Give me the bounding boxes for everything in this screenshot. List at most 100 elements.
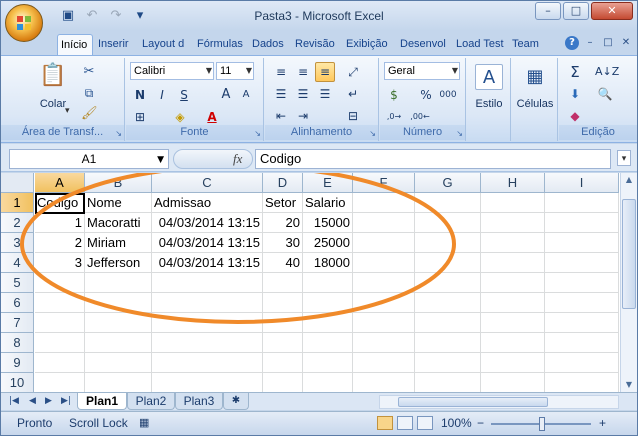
cell-g4[interactable] — [415, 253, 481, 273]
paste-icon[interactable]: 📋 — [39, 62, 67, 90]
align-middle-icon[interactable]: ≡ — [293, 62, 313, 82]
column-header-d[interactable]: D — [263, 173, 303, 193]
tab-revisao[interactable]: Revisão — [292, 34, 340, 55]
tab-dados[interactable]: Dados — [249, 34, 289, 55]
restore-button[interactable]: □ — [563, 2, 589, 20]
tab-inicio[interactable]: Início — [57, 34, 93, 55]
next-sheet-icon[interactable]: ▶ — [45, 396, 52, 406]
cell-d2[interactable]: 20 — [263, 213, 303, 233]
cell-b2[interactable]: Macoratti — [85, 213, 152, 233]
office-button[interactable] — [5, 4, 43, 42]
column-header-b[interactable]: B — [85, 173, 152, 193]
cell-a4[interactable]: 3 — [35, 253, 85, 273]
page-break-view-icon[interactable] — [417, 416, 433, 430]
cell-f8[interactable] — [353, 333, 415, 353]
borders-icon[interactable]: ⊞ — [130, 107, 150, 127]
cell-h5[interactable] — [481, 273, 545, 293]
cell-f5[interactable] — [353, 273, 415, 293]
cell-d6[interactable] — [263, 293, 303, 313]
row-header-8[interactable]: 8 — [1, 333, 34, 353]
prev-sheet-icon[interactable]: ◀ — [29, 396, 36, 406]
cell-g6[interactable] — [415, 293, 481, 313]
vertical-scrollbar[interactable]: ▲ ▼ — [620, 173, 637, 392]
sort-filter-icon[interactable]: A↓Z — [595, 62, 619, 82]
column-header-f[interactable]: F — [353, 173, 415, 193]
cell-d9[interactable] — [263, 353, 303, 373]
align-bottom-icon[interactable]: ≡ — [315, 62, 335, 82]
cell-f9[interactable] — [353, 353, 415, 373]
sheet-tab-plan2[interactable]: Plan2 — [127, 393, 175, 410]
align-right-icon[interactable]: ☰ — [315, 84, 335, 104]
merge-center-icon[interactable]: ⊟ — [343, 106, 363, 126]
align-left-icon[interactable]: ☰ — [271, 84, 291, 104]
cell-d1[interactable]: Setor — [263, 193, 303, 213]
cell-g8[interactable] — [415, 333, 481, 353]
cell-f2[interactable] — [353, 213, 415, 233]
row-header-5[interactable]: 5 — [1, 273, 34, 293]
cell-e8[interactable] — [303, 333, 353, 353]
cell-c1[interactable]: Admissao — [152, 193, 263, 213]
zoom-out-button[interactable]: − — [477, 416, 484, 430]
cell-h3[interactable] — [481, 233, 545, 253]
cell-h8[interactable] — [481, 333, 545, 353]
cell-c8[interactable] — [152, 333, 263, 353]
cell-a5[interactable] — [35, 273, 85, 293]
sheet-tab-plan1[interactable]: Plan1 — [77, 393, 127, 410]
clipboard-launcher-icon[interactable]: ↘ — [115, 129, 122, 138]
cell-f7[interactable] — [353, 313, 415, 333]
cell-e3[interactable]: 25000 — [303, 233, 353, 253]
cell-e9[interactable] — [303, 353, 353, 373]
cell-i10[interactable] — [545, 373, 619, 392]
column-header-c[interactable]: C — [152, 173, 263, 193]
column-header-g[interactable]: G — [415, 173, 481, 193]
increase-indent-icon[interactable]: ⇥ — [293, 106, 313, 126]
cell-e6[interactable] — [303, 293, 353, 313]
tab-load-test[interactable]: Load Test — [453, 34, 507, 55]
column-header-a[interactable]: A — [35, 173, 85, 193]
orientation-icon[interactable]: ⤢ — [343, 62, 363, 82]
tab-desenvolvedor[interactable]: Desenvol — [397, 34, 451, 55]
tab-inserir[interactable]: Inserir — [95, 34, 137, 55]
row-header-4[interactable]: 4 — [1, 253, 34, 273]
styles-button[interactable]: Estilo — [467, 98, 511, 110]
row-header-2[interactable]: 2 — [1, 213, 34, 233]
cell-b3[interactable]: Miriam — [85, 233, 152, 253]
cell-g5[interactable] — [415, 273, 481, 293]
percent-button[interactable]: % — [416, 85, 436, 105]
help-icon[interactable]: ? — [565, 36, 579, 50]
align-top-icon[interactable]: ≡ — [271, 62, 291, 82]
close-workbook-icon[interactable]: ✕ — [619, 36, 633, 50]
formula-input[interactable]: Codigo — [255, 149, 611, 169]
minimize-ribbon-icon[interactable]: – — [583, 36, 597, 50]
scroll-up-icon[interactable]: ▲ — [621, 173, 637, 187]
format-painter-icon[interactable]: 🖌 — [81, 106, 98, 121]
find-select-icon[interactable]: 🔍 — [595, 84, 615, 104]
cells-icon[interactable]: ▦ — [521, 64, 549, 90]
cell-e2[interactable]: 15000 — [303, 213, 353, 233]
cell-a7[interactable] — [35, 313, 85, 333]
select-all-corner[interactable] — [1, 173, 34, 193]
cell-f1[interactable] — [353, 193, 415, 213]
cell-h7[interactable] — [481, 313, 545, 333]
decrease-indent-icon[interactable]: ⇤ — [271, 106, 291, 126]
insert-function-button[interactable]: fx — [233, 151, 242, 167]
cell-i8[interactable] — [545, 333, 619, 353]
cell-c9[interactable] — [152, 353, 263, 373]
cell-g1[interactable] — [415, 193, 481, 213]
cell-i5[interactable] — [545, 273, 619, 293]
cell-e1[interactable]: Salario — [303, 193, 353, 213]
tab-team[interactable]: Team — [509, 34, 545, 55]
decrease-decimal-icon[interactable]: ,00← — [410, 107, 430, 127]
alignment-launcher-icon[interactable]: ↘ — [369, 129, 376, 138]
cell-b4[interactable]: Jefferson — [85, 253, 152, 273]
row-header-3[interactable]: 3 — [1, 233, 34, 253]
cell-e4[interactable]: 18000 — [303, 253, 353, 273]
tab-exibicao[interactable]: Exibição — [343, 34, 395, 55]
name-box[interactable]: A1 ▼ — [9, 149, 169, 169]
cell-f4[interactable] — [353, 253, 415, 273]
zoom-in-button[interactable]: + — [599, 416, 606, 430]
cell-c3[interactable]: 04/03/2014 13:15 — [152, 233, 263, 253]
cell-g2[interactable] — [415, 213, 481, 233]
restore-workbook-icon[interactable]: □ — [601, 36, 615, 50]
cell-c4[interactable]: 04/03/2014 13:15 — [152, 253, 263, 273]
